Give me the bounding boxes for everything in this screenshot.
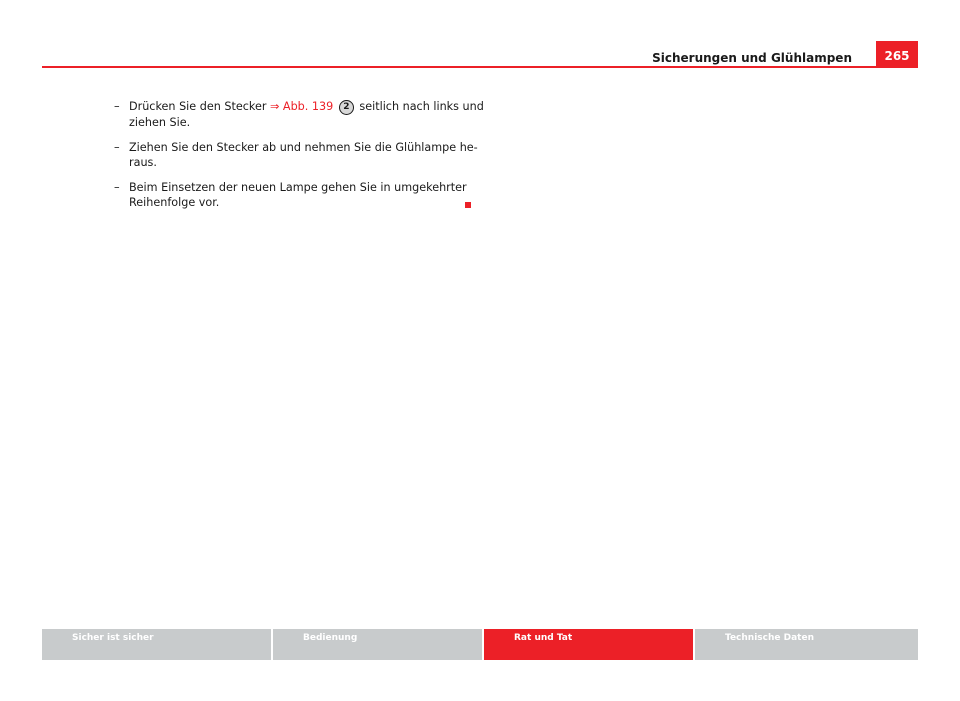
footer-tab-rat-und-tat[interactable]: Rat und Tat bbox=[484, 629, 693, 660]
header-title: Sicherungen und Glühlampen bbox=[652, 51, 852, 65]
step-text: Ziehen Sie den Stecker ab und nehmen Sie… bbox=[129, 141, 478, 169]
footer-navigation: Sicher ist sicher Bedienung Rat und Tat … bbox=[42, 629, 918, 660]
figure-reference-link[interactable]: ⇒ Abb. 139 bbox=[270, 100, 333, 113]
callout-number-badge: 2 bbox=[338, 100, 354, 115]
header-divider bbox=[42, 66, 918, 68]
step-item: – Beim Einsetzen der neuen Lampe gehen S… bbox=[114, 180, 486, 210]
step-text: Beim Einsetzen der neuen Lampe gehen Sie… bbox=[129, 181, 467, 209]
step-text: Drücken Sie den Stecker bbox=[129, 100, 270, 113]
step-dash: – bbox=[114, 141, 120, 154]
instruction-list: – Drücken Sie den Stecker ⇒ Abb. 139 2 s… bbox=[114, 99, 486, 220]
footer-tab-bedienung[interactable]: Bedienung bbox=[273, 629, 482, 660]
footer-tab-technische-daten[interactable]: Technische Daten bbox=[695, 629, 918, 660]
step-dash: – bbox=[114, 181, 120, 194]
section-end-marker-icon bbox=[465, 202, 471, 208]
step-dash: – bbox=[114, 100, 120, 113]
page-number: 265 bbox=[884, 49, 910, 63]
step-item: – Drücken Sie den Stecker ⇒ Abb. 139 2 s… bbox=[114, 99, 486, 130]
step-item: – Ziehen Sie den Stecker ab und nehmen S… bbox=[114, 140, 486, 170]
footer-tab-sicher-ist-sicher[interactable]: Sicher ist sicher bbox=[42, 629, 271, 660]
page-number-badge: 265 bbox=[876, 41, 918, 67]
